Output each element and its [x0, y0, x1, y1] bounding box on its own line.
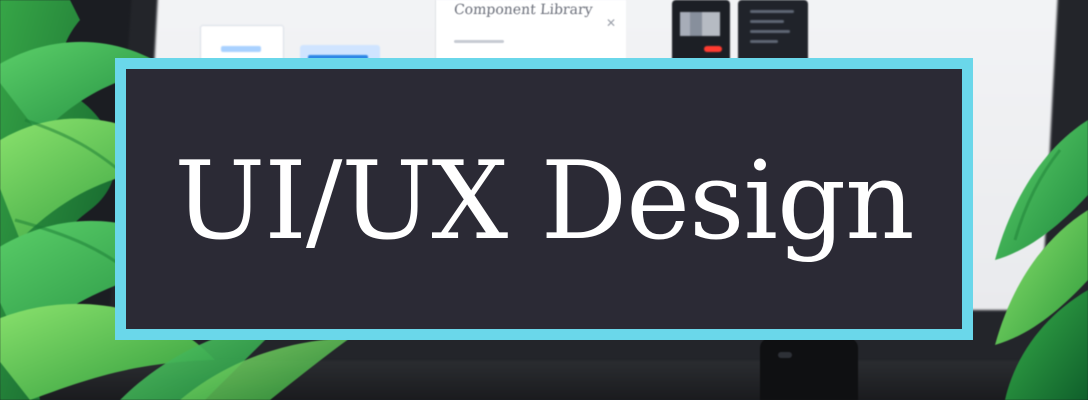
title-banner: UI/UX Design — [115, 58, 973, 340]
page-title: UI/UX Design — [174, 138, 914, 264]
